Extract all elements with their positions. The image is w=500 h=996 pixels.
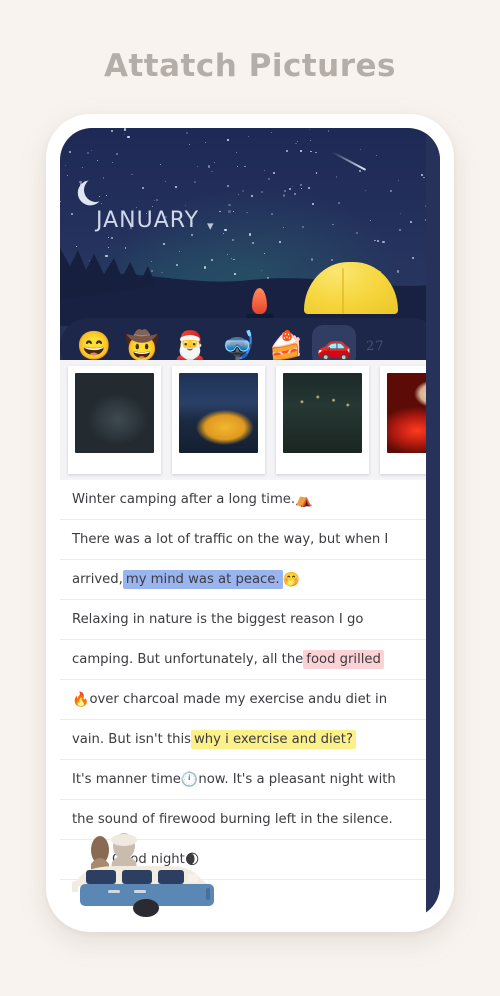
photo-yellow-tent-image [179, 373, 258, 453]
diary-line-6[interactable]: 🔥 over charcoal made my exercise andu di… [60, 680, 426, 720]
diary-line-2[interactable]: There was a lot of traffic on the way, b… [60, 520, 426, 560]
month-label[interactable]: JANUARY [96, 208, 199, 233]
diary-text-segment: now. It's a pleasant night with [198, 772, 396, 787]
car-sticker[interactable]: 🚗 [312, 325, 356, 360]
diary-line-10[interactable]: Good night 🌒 [60, 840, 426, 880]
diary-text-segment: It's manner time [72, 772, 181, 787]
diary-text-segment: arrived, [72, 572, 123, 587]
diary-emoji: 🔥 [72, 691, 90, 708]
diary-text-area[interactable]: Winter camping after a long time. ⛺ There … [60, 480, 426, 918]
tent-seam-decoration [342, 268, 344, 314]
photo-string-lights[interactable] [276, 366, 369, 474]
screen-edge-rail [426, 128, 440, 918]
photo-camping-mug-image [75, 373, 154, 453]
diary-line-7[interactable]: vain. But isn't this why i exercise and … [60, 720, 426, 760]
chevron-down-icon[interactable]: ▾ [207, 218, 214, 234]
diary-text-segment: the sound of firewood burning left in th… [72, 812, 393, 827]
diary-text-segment: Good night [112, 852, 185, 867]
sticker-count-label: 27 [366, 338, 385, 354]
diary-text-segment: my mind was at peace. [122, 570, 283, 589]
diary-text-segment: food grilled [303, 650, 384, 669]
diary-text-segment: Winter camping after a long time. [72, 492, 296, 507]
santa-sticker[interactable]: 🎅 [168, 325, 212, 360]
photo-string-lights-image [283, 373, 362, 453]
cake-sticker[interactable]: 🍰 [264, 325, 308, 360]
diary-line-5[interactable]: camping. But unfortunately, all the food… [60, 640, 426, 680]
photo-yellow-tent[interactable] [172, 366, 265, 474]
diary-text-segment: There was a lot of traffic on the way, b… [72, 532, 389, 547]
diary-line-9[interactable]: the sound of firewood burning left in th… [60, 800, 426, 840]
diary-text-segment: camping. But unfortunately, all the [72, 652, 304, 667]
phone-screen: JANUARY ▾ SunMonTueWedThuFriSat 😄🤠🎅🤿🍰🚗27 [60, 128, 440, 918]
snorkel-mask-sticker[interactable]: 🤿 [216, 325, 260, 360]
page-title: Attatch Pictures [104, 48, 396, 84]
diary-emoji: ⛺ [295, 491, 313, 508]
pink-blob-face-sticker[interactable]: 😄 [72, 325, 116, 360]
sticker-bar[interactable]: 😄 🤠 🎅 🤿 🍰 🚗 27 [60, 318, 440, 360]
straw-hat-face-sticker[interactable]: 🤠 [120, 325, 164, 360]
photo-campfire-embers-image [387, 373, 426, 453]
diary-text-segment: vain. But isn't this [72, 732, 192, 747]
diary-line-8[interactable]: It's manner time 🕛 now. It's a pleasant n… [60, 760, 426, 800]
diary-line-3[interactable]: arrived, my mind was at peace. 🤭 [60, 560, 426, 600]
photo-strip[interactable] [60, 360, 426, 480]
diary-text-segment: Relaxing in nature is the biggest reason… [72, 612, 364, 627]
diary-emoji: 🤭 [282, 571, 301, 588]
calendar-header: JANUARY ▾ SunMonTueWedThuFriSat 😄🤠🎅🤿🍰🚗27 [60, 128, 440, 360]
diary-line-11[interactable] [60, 880, 426, 918]
diary-line-1[interactable]: Winter camping after a long time. ⛺ [60, 480, 426, 520]
diary-emoji: 🕛 [180, 771, 199, 788]
diary-emoji: 🌒 [184, 851, 200, 868]
diary-text-segment: over charcoal made my exercise andu diet… [89, 692, 388, 707]
photo-camping-mug[interactable] [68, 366, 161, 474]
phone-frame: JANUARY ▾ SunMonTueWedThuFriSat 😄🤠🎅🤿🍰🚗27 [46, 114, 454, 932]
photo-campfire-embers[interactable] [380, 366, 426, 474]
diary-line-4[interactable]: Relaxing in nature is the biggest reason… [60, 600, 426, 640]
diary-text-segment: why i exercise and diet? [191, 730, 356, 749]
